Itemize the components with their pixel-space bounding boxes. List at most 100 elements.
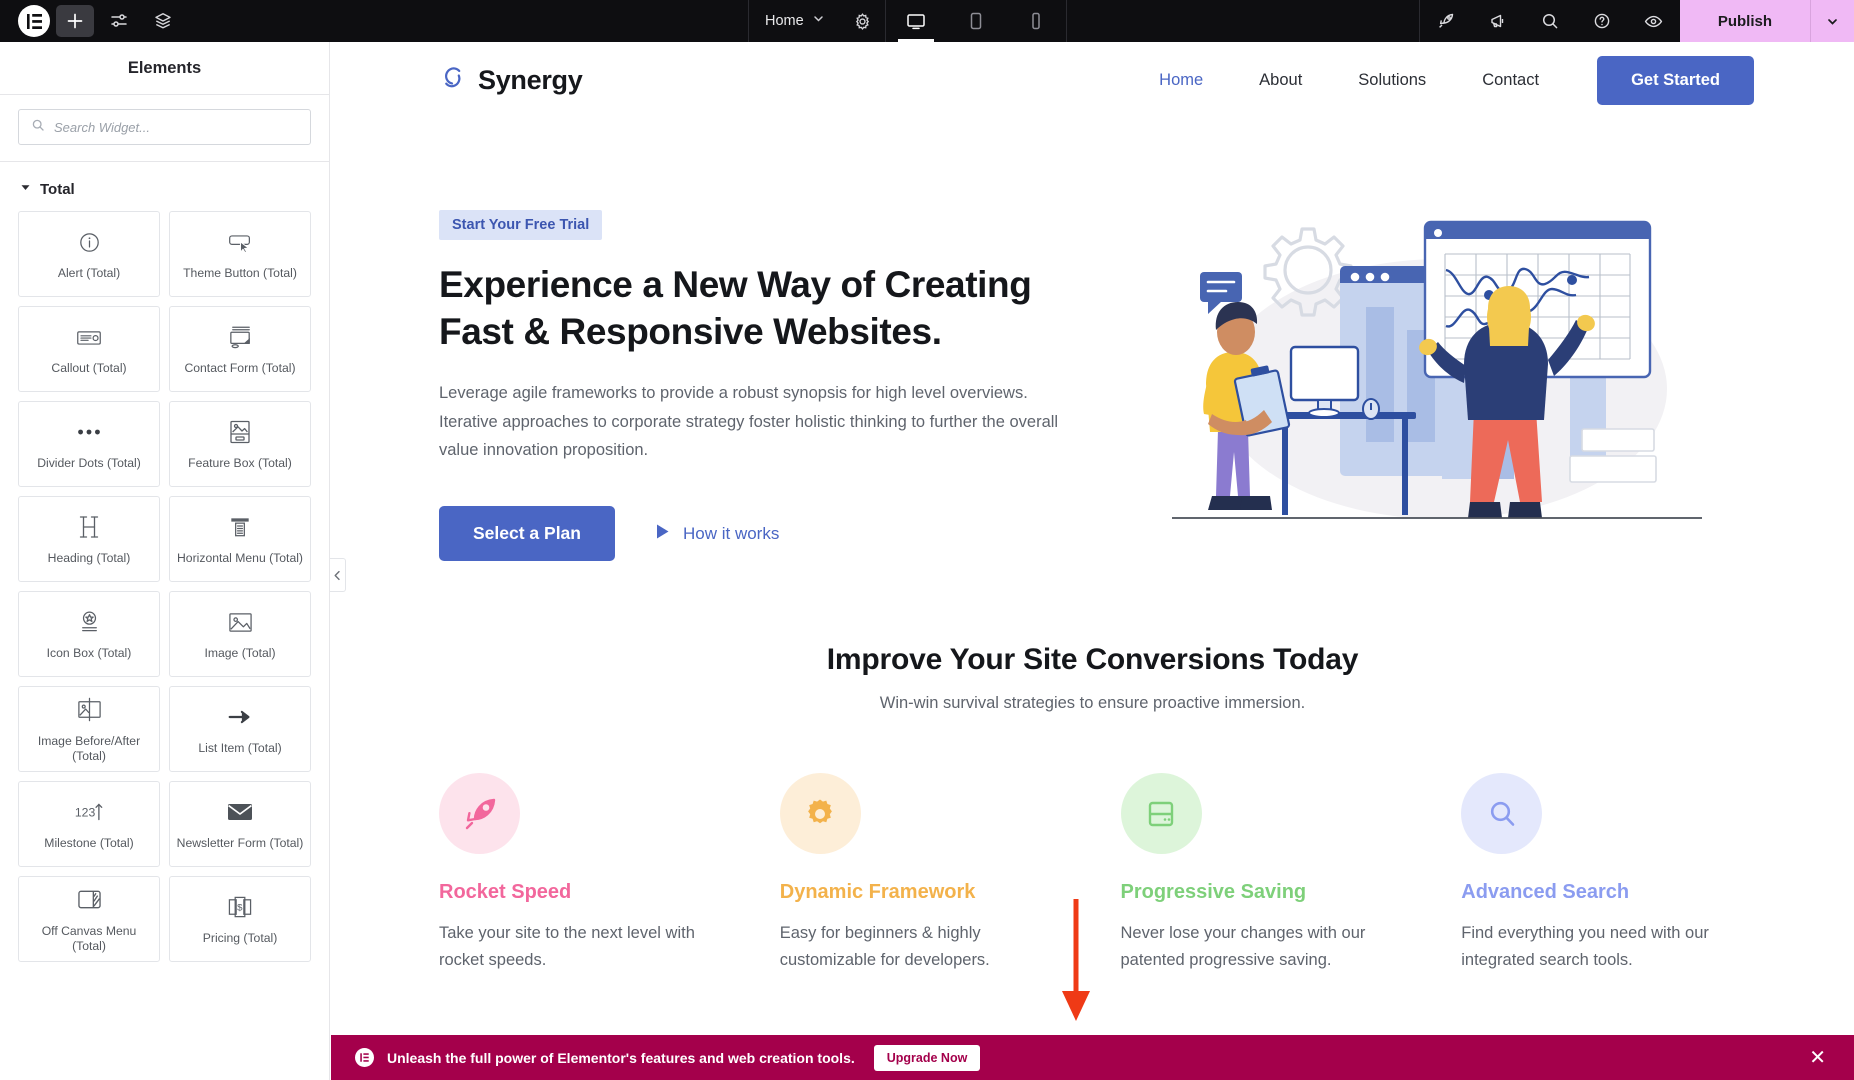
topbar-center-group: Home (748, 0, 1067, 42)
upgrade-banner: Unleash the full power of Elementor's fe… (331, 1035, 1854, 1080)
document-title-dropdown[interactable]: Home (749, 0, 841, 42)
eye-icon[interactable] (1628, 0, 1680, 42)
image-icon (226, 607, 255, 637)
off-canvas-icon (75, 885, 104, 915)
widget-label: Image (Total) (204, 646, 276, 661)
search-input[interactable]: Search Widget... (18, 109, 311, 145)
widget-newsletter-form-total[interactable]: Newsletter Form (Total) (169, 781, 311, 867)
publish-options-chevron-down-icon[interactable] (1810, 0, 1854, 42)
horizontal-menu-icon (226, 512, 254, 542)
nav-link-about[interactable]: About (1231, 71, 1330, 90)
widget-label: Divider Dots (Total) (37, 456, 141, 471)
image-before-after-icon (75, 695, 104, 725)
widget-grid: Alert (Total) Theme Button (Total) Callo… (0, 211, 329, 982)
hero-section: Start Your Free Trial Experience a New W… (331, 118, 1854, 562)
widget-label: Milestone (Total) (44, 836, 134, 851)
panel-header: Elements (0, 42, 329, 95)
rocket-icon[interactable] (1420, 0, 1472, 42)
feature-title: Progressive Saving (1120, 881, 1307, 904)
banner-message: Unleash the full power of Elementor's fe… (387, 1049, 855, 1066)
feature-desc: Easy for beginners & highly customizable… (779, 924, 990, 970)
elements-panel: Elements Search Widget... Total Alert (T… (0, 42, 330, 1080)
megaphone-icon[interactable] (1472, 0, 1524, 42)
widget-label: Callout (Total) (51, 361, 127, 376)
widget-label: Newsletter Form (Total) (176, 836, 304, 851)
nav-link-contact[interactable]: Contact (1454, 71, 1567, 90)
panel-search-area: Search Widget... (0, 95, 329, 161)
hero-cta-row: Select a Plan How it works (439, 506, 1099, 562)
widget-contact-form-total[interactable]: Contact Form (Total) (169, 306, 311, 392)
widget-pricing-total[interactable]: $ Pricing (Total) (169, 876, 311, 962)
hero-heading: Experience a New Way of Creating Fast & … (439, 264, 1032, 352)
widget-label: List Item (Total) (198, 741, 282, 756)
topbar-right-group: Publish (1418, 0, 1854, 42)
widget-feature-box-total[interactable]: Feature Box (Total) (169, 401, 311, 487)
pricing-dollar-icon: $ (226, 892, 254, 922)
upgrade-now-button[interactable]: Upgrade Now (873, 1044, 981, 1071)
feature-card-advanced-search: Advanced Search Find everything you need… (1461, 773, 1764, 973)
feature-card-rocket-speed: Rocket Speed Take your site to the next … (439, 773, 742, 973)
topbar-left-group (0, 0, 182, 42)
how-it-works-link[interactable]: How it works (655, 523, 779, 545)
play-triangle-icon (655, 523, 670, 545)
select-a-plan-button[interactable]: Select a Plan (439, 506, 615, 562)
callout-icon (74, 322, 104, 352)
svg-text:$: $ (237, 902, 243, 913)
chevron-down-icon (812, 12, 825, 30)
feature-title: Rocket Speed (439, 881, 572, 904)
widget-alert-total[interactable]: Alert (Total) (18, 211, 160, 297)
panel-collapse-chevron-left-icon[interactable] (330, 558, 346, 592)
elementor-logo-icon[interactable] (18, 5, 50, 37)
widget-icon-box-total[interactable]: Icon Box (Total) (18, 591, 160, 677)
tablet-icon[interactable] (946, 0, 1006, 42)
feature-desc: Take your site to the next level with ro… (439, 924, 695, 970)
hero-content: Start Your Free Trial Experience a New W… (439, 176, 1099, 562)
category-label: Total (40, 180, 75, 198)
layers-icon[interactable] (144, 5, 182, 37)
desktop-icon[interactable] (886, 0, 946, 42)
widget-category-total[interactable]: Total (0, 162, 329, 211)
widget-label: Pricing (Total) (202, 931, 278, 946)
get-started-button[interactable]: Get Started (1597, 55, 1754, 105)
add-element-button[interactable] (56, 5, 94, 37)
mobile-icon[interactable] (1006, 0, 1066, 42)
widget-theme-button-total[interactable]: Theme Button (Total) (169, 211, 311, 297)
widget-list-item-total[interactable]: List Item (Total) (169, 686, 311, 772)
preview-canvas: Synergy Home About Solutions Contact Get… (331, 42, 1854, 1080)
hero-eyebrow-badge: Start Your Free Trial (439, 210, 603, 240)
widget-off-canvas-menu-total[interactable]: Off Canvas Menu (Total) (18, 876, 160, 962)
sliders-icon[interactable] (100, 5, 138, 37)
publish-button[interactable]: Publish (1679, 0, 1810, 42)
feature-title: Dynamic Framework (779, 881, 976, 904)
section-subtitle: Win-win survival strategies to ensure pr… (879, 694, 1306, 713)
widget-label: Off Canvas Menu (Total) (41, 923, 137, 953)
synergy-swirl-icon (439, 64, 466, 96)
search-icon[interactable] (1524, 0, 1576, 42)
team-analytics-illustration (1171, 220, 1702, 519)
editor-topbar: Home Publish (0, 0, 1854, 42)
close-icon[interactable]: ✕ (1799, 1045, 1836, 1070)
widget-divider-dots-total[interactable]: Divider Dots (Total) (18, 401, 160, 487)
widget-callout-total[interactable]: Callout (Total) (18, 306, 160, 392)
widget-milestone-total[interactable]: 123 Milestone (Total) (18, 781, 160, 867)
site-brand[interactable]: Synergy (439, 64, 583, 96)
question-circle-icon[interactable] (1576, 0, 1628, 42)
widget-horizontal-menu-total[interactable]: Horizontal Menu (Total) (169, 496, 311, 582)
widget-label: Horizontal Menu (Total) (177, 551, 303, 566)
section-title: Improve Your Site Conversions Today (826, 643, 1359, 677)
nav-link-solutions[interactable]: Solutions (1330, 71, 1454, 90)
elementor-badge-icon (355, 1048, 374, 1067)
widget-image-before-after-total[interactable]: Image Before/After (Total) (18, 686, 160, 772)
contact-form-icon (226, 322, 255, 352)
dots-icon (74, 417, 104, 447)
brand-name: Synergy (478, 64, 583, 95)
search-icon (31, 118, 45, 137)
page-settings-gear-icon[interactable] (841, 0, 885, 42)
info-circle-icon (76, 227, 103, 257)
widget-list-scroll[interactable]: Total Alert (Total) Theme Button (Total)… (0, 162, 329, 1080)
widget-heading-total[interactable]: Heading (Total) (18, 496, 160, 582)
widget-label: Image Before/After (Total) (37, 733, 141, 763)
widget-image-total[interactable]: Image (Total) (169, 591, 311, 677)
nav-link-home[interactable]: Home (1131, 71, 1231, 90)
document-title: Home (765, 13, 804, 29)
